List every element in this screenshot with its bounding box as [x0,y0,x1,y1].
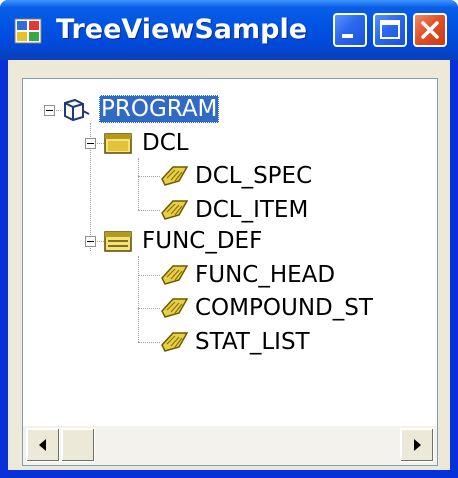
tree-node-dcl-spec[interactable]: DCL_SPEC [193,162,314,190]
leaf-icon [161,166,189,186]
minimize-button[interactable] [333,13,367,47]
tree-node-compound-st[interactable]: COMPOUND_ST [193,294,375,322]
collapse-toggle-program[interactable] [44,105,55,116]
leaf-icon [161,332,189,352]
tree-node-dcl-item[interactable]: DCL_ITEM [193,196,310,224]
tree-connector [138,158,139,210]
tree-node-dcl[interactable]: DCL [140,129,191,157]
scrollbar-thumb[interactable] [61,428,95,462]
app-icon [14,18,42,44]
tree-node-func-def[interactable]: FUNC_DEF [140,227,264,255]
app-window: TreeViewSample PROGRAM DCL DCL_SPEC DCL_… [0,0,458,478]
horizontal-scrollbar[interactable] [23,425,437,465]
scroll-left-button[interactable] [26,428,60,462]
maximize-icon [380,20,400,39]
tree-view[interactable]: PROGRAM DCL DCL_SPEC DCL_ITEM FUNC_DEF F… [22,78,438,466]
folder-icon [104,133,132,154]
minimize-icon [342,34,353,38]
tree-connector [138,256,139,342]
tree-connector [138,342,160,343]
tree-node-program[interactable]: PROGRAM [99,95,220,123]
tree-canvas: PROGRAM DCL DCL_SPEC DCL_ITEM FUNC_DEF F… [23,79,437,425]
tree-node-func-head[interactable]: FUNC_HEAD [193,261,337,289]
tree-connector [138,210,160,211]
program-icon [64,98,90,122]
collapse-toggle-dcl[interactable] [85,138,96,149]
title-bar[interactable]: TreeViewSample [0,0,458,60]
scroll-right-button[interactable] [400,428,434,462]
arrow-right-icon [414,439,421,451]
maximize-button[interactable] [373,13,407,47]
close-button[interactable] [413,13,447,47]
leaf-icon [161,265,189,285]
tree-connector [138,176,160,177]
close-icon [421,21,439,39]
leaf-icon [161,200,189,220]
tree-node-stat-list[interactable]: STAT_LIST [193,328,312,356]
client-area: PROGRAM DCL DCL_SPEC DCL_ITEM FUNC_DEF F… [8,60,450,470]
folder-icon [104,231,132,252]
window-title: TreeViewSample [56,14,308,45]
collapse-toggle-func-def[interactable] [85,236,96,247]
tree-connector [138,308,160,309]
tree-connector [138,275,160,276]
leaf-icon [161,298,189,318]
arrow-left-icon [39,439,46,451]
